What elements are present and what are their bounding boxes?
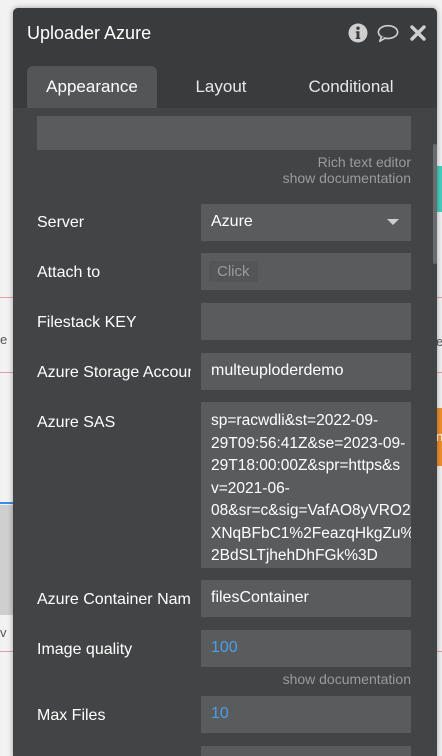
panel-tabs: Appearance Layout Conditional [13, 58, 437, 108]
appearance-content: Rich text editor show documentation Serv… [13, 108, 437, 756]
sas-line: sp=racwdli&st=2022-09- [211, 412, 379, 429]
image-quality-input[interactable]: 100 [201, 630, 411, 667]
sas-line: 29T09:56:41Z&se=2023-09- [211, 434, 406, 452]
rich-text-editor-label: Rich text editor [317, 154, 411, 170]
azure-sas-label: Azure SAS [37, 414, 116, 431]
azure-storage-account-input[interactable]: multeuploderdemo [201, 353, 411, 390]
rich-text-editor-box[interactable] [37, 116, 411, 150]
canvas-text: e [0, 332, 8, 347]
max-files-label: Max Files [37, 707, 106, 724]
property-editor-panel: Uploader Azure Appearance Layout Conditi… [13, 8, 437, 756]
server-dropdown[interactable]: Azure [201, 204, 411, 241]
image-quality-show-documentation-link[interactable]: show documentation [283, 671, 411, 687]
sas-line: 29T18:00:00Z&spr=https&s [211, 457, 401, 474]
sas-line: 08&sr=c&sig=VafAO8yVRO2 [211, 502, 411, 519]
max-files-input[interactable]: 10 [201, 696, 411, 733]
azure-container-name-input[interactable]: filesContainer [201, 580, 411, 617]
tab-appearance[interactable]: Appearance [27, 66, 157, 108]
canvas-element-grey [0, 505, 14, 615]
canvas-element-blue-line [0, 502, 14, 504]
chevron-down-icon [387, 219, 399, 225]
azure-container-name-label: Azure Container Nam [37, 591, 191, 608]
image-quality-label: Image quality [37, 641, 133, 658]
sas-line: XNqBFbC1%2FeazqHkgZu% [211, 524, 411, 542]
azure-sas-input[interactable]: sp=racwdli&st=2022-09- 29T09:56:41Z&se=2… [201, 402, 411, 568]
sas-line: v=2021-06- [211, 479, 290, 497]
scrollbar[interactable] [433, 144, 437, 264]
next-field-partial[interactable] [201, 746, 411, 756]
attach-to-click-button[interactable]: Click [209, 261, 258, 282]
show-documentation-link[interactable]: show documentation [283, 170, 411, 186]
filestack-key-label: Filestack KEY [37, 314, 137, 331]
close-icon[interactable] [407, 22, 429, 44]
filestack-key-input[interactable] [201, 303, 411, 340]
azure-storage-account-label: Azure Storage Accoun [37, 364, 191, 381]
comment-icon[interactable] [377, 22, 399, 44]
attach-to-label: Attach to [37, 264, 101, 281]
tab-layout[interactable]: Layout [161, 66, 281, 108]
tab-conditional[interactable]: Conditional [285, 66, 417, 108]
attach-to-field[interactable]: Click [201, 253, 411, 290]
info-icon[interactable] [347, 22, 369, 44]
panel-title: Uploader Azure [27, 23, 152, 43]
server-value: Azure [211, 213, 253, 230]
sas-line: 2BdSLTjhehDhFGk%3D [211, 547, 378, 564]
canvas-element-teal [437, 166, 442, 212]
panel-titlebar[interactable]: Uploader Azure [13, 8, 437, 58]
canvas-text: v [0, 625, 7, 640]
server-label: Server [37, 214, 85, 231]
